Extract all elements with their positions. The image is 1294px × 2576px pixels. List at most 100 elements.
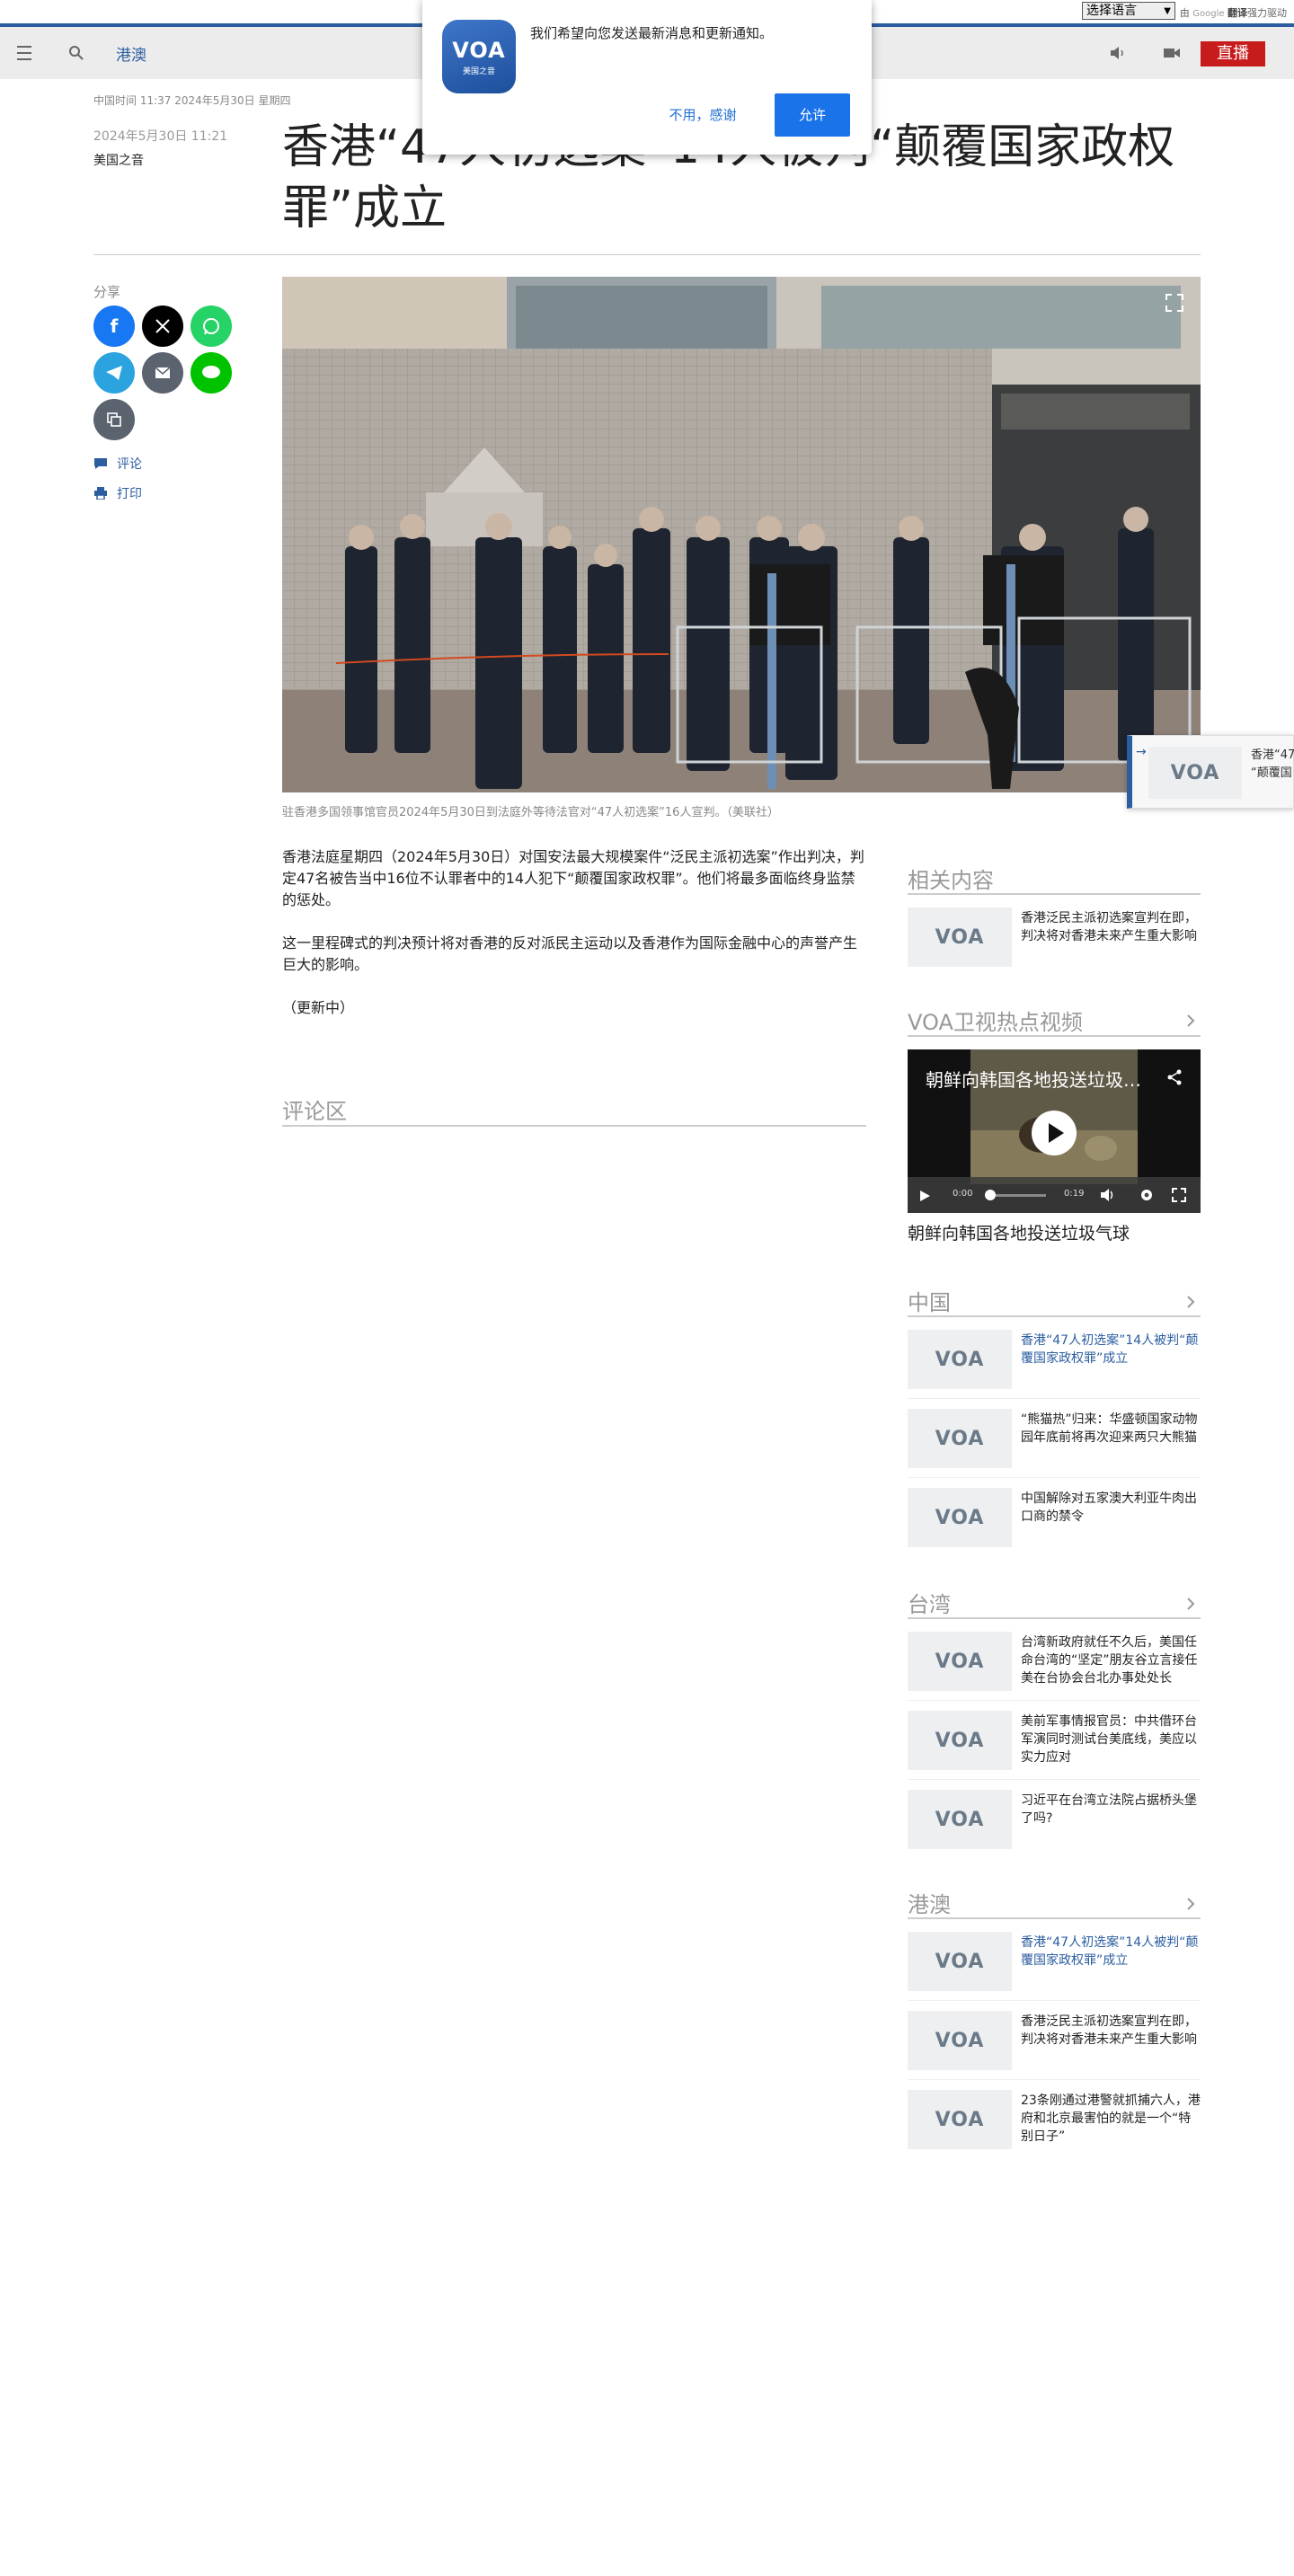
china-item[interactable]: VOA 中国解除对五家澳大利亚牛肉出口商的禁令	[908, 1488, 1201, 1547]
article-paragraph: 这一里程碑式的判决预计将对香港的反对派民主运动以及香港作为国际金融中心的声誉产生…	[282, 934, 858, 973]
credit-translate: 翻译	[1228, 7, 1247, 19]
related-item-title: 香港泛民主派初选案宣判在即，判决将对香港未来产生重大影响	[1021, 911, 1197, 943]
play-icon[interactable]	[918, 1189, 931, 1206]
article-photo[interactable]	[282, 277, 1201, 792]
china-item-title: 香港“47人初选案”14人被判“颠覆国家政权罪”成立	[1021, 1333, 1199, 1366]
hkmacau-item-title: 23条刚通过港警就抓捕六人，港府和北京最害怕的就是一个“特别日子”	[1021, 2094, 1201, 2144]
menu-icon[interactable]	[13, 43, 36, 63]
play-button[interactable]	[1032, 1111, 1077, 1155]
list-separator	[908, 2079, 1201, 2080]
voa-logo: VOA	[935, 1506, 985, 1529]
notification-message: 我们希望向您发送最新消息和更新通知。	[530, 25, 774, 41]
china-item[interactable]: VOA 香港“47人初选案”14人被判“颠覆国家政权罪”成立	[908, 1330, 1201, 1389]
settings-icon[interactable]	[1139, 1188, 1154, 1206]
voa-logo: VOA	[935, 925, 985, 949]
facebook-icon[interactable]: f	[93, 305, 135, 347]
google-translate-credit[interactable]: 由 Google 翻译强力驱动	[1180, 5, 1287, 20]
progress-handle[interactable]	[985, 1190, 996, 1200]
speaker-icon[interactable]	[1107, 43, 1129, 63]
hkmacau-item-title: 香港“47人初选案”14人被判“颠覆国家政权罪”成立	[1021, 1935, 1199, 1968]
chevron-right-icon[interactable]	[1184, 1295, 1197, 1308]
list-separator	[908, 2000, 1201, 2001]
fullscreen-icon[interactable]	[1172, 1188, 1186, 1206]
print-link[interactable]: 打印	[93, 484, 142, 502]
voa-thumbnail: VOA	[908, 1409, 1012, 1468]
hkmacau-divider	[908, 1917, 1201, 1919]
taiwan-item[interactable]: VOA 台湾新政府就任不久后，美国任命台湾的“坚定”朋友谷立言接任美在台协会台北…	[908, 1632, 1201, 1691]
voa-logo: VOA	[1170, 761, 1220, 784]
author[interactable]: 美国之音	[93, 151, 144, 169]
chevron-right-icon[interactable]	[1184, 1014, 1197, 1027]
x-icon[interactable]	[142, 305, 183, 347]
hkmacau-item[interactable]: VOA 23条刚通过港警就抓捕六人，港府和北京最害怕的就是一个“特别日子”	[908, 2090, 1201, 2149]
volume-icon[interactable]	[1100, 1188, 1116, 1206]
hkmacau-item[interactable]: VOA 香港泛民主派初选案宣判在即，判决将对香港未来产生重大影响	[908, 2011, 1201, 2070]
language-select-label: 选择语言	[1086, 4, 1137, 18]
list-separator	[908, 1477, 1201, 1478]
search-icon[interactable]	[66, 43, 86, 63]
china-item[interactable]: VOA “熊猫热”归来：华盛顿国家动物园年底前将再次迎来两只大熊猫	[908, 1409, 1201, 1468]
video-controls: 0:00 0:19	[908, 1177, 1201, 1213]
language-select[interactable]: 选择语言 ▼	[1082, 2, 1175, 20]
print-link-label: 打印	[117, 487, 142, 501]
voa-logo: VOA	[935, 1348, 985, 1371]
chevron-right-icon[interactable]	[1184, 1897, 1197, 1910]
voa-logo: VOA	[935, 1650, 985, 1673]
related-item[interactable]: VOA 香港泛民主派初选案宣判在即，判决将对香港未来产生重大影响	[908, 907, 1201, 967]
voa-logo: VOA	[935, 1729, 985, 1752]
china-section-title[interactable]: 中国	[908, 1285, 951, 1316]
china-item-title: “熊猫热”归来：华盛顿国家动物园年底前将再次迎来两只大熊猫	[1021, 1412, 1198, 1445]
voa-thumbnail: VOA	[908, 907, 1012, 967]
voa-thumbnail: VOA	[908, 2011, 1012, 2070]
video-player[interactable]: 朝鲜向韩国各地投送垃圾气球 0:00 0:19	[908, 1049, 1201, 1213]
taiwan-section-title[interactable]: 台湾	[908, 1587, 951, 1618]
header-divider	[93, 254, 1201, 255]
publish-date: 2024年5月30日 11:21	[93, 129, 228, 144]
whatsapp-icon[interactable]	[191, 305, 232, 347]
floating-article-card[interactable]: → VOA 香港“47 “颠覆国	[1127, 735, 1294, 809]
hkmacau-item-title: 香港泛民主派初选案宣判在即，判决将对香港未来产生重大影响	[1021, 2014, 1197, 2047]
voa-thumbnail: VOA	[908, 2090, 1012, 2149]
taiwan-item-title: 美前军事情报官员：中共借环台军演同时测试台美底线，美应以实力应对	[1021, 1714, 1197, 1765]
telegram-icon[interactable]	[93, 352, 135, 394]
taiwan-item[interactable]: VOA 美前军事情报官员：中共借环台军演同时测试台美底线，美应以实力应对	[908, 1711, 1201, 1770]
voa-logo: VOA	[935, 1427, 985, 1450]
allow-button[interactable]: 允许	[775, 93, 850, 137]
print-icon	[93, 487, 108, 500]
voa-thumbnail: VOA	[908, 1632, 1012, 1691]
email-icon[interactable]	[142, 352, 183, 394]
video-section-title[interactable]: VOA卫视热点视频	[908, 1005, 1083, 1036]
copy-link-icon[interactable]	[93, 399, 135, 440]
voa-thumbnail: VOA	[1148, 747, 1242, 799]
line-icon[interactable]	[191, 352, 232, 394]
article-paragraph: （更新中）	[282, 999, 355, 1016]
decline-button[interactable]: 不用，感谢	[656, 93, 749, 137]
share-icon[interactable]	[1166, 1069, 1183, 1089]
hkmacau-item[interactable]: VOA 香港“47人初选案”14人被判“颠覆国家政权罪”成立	[908, 1932, 1201, 1991]
voa-logo: VOA	[935, 1950, 985, 1973]
video-caption[interactable]: 朝鲜向韩国各地投送垃圾气球	[908, 1220, 1130, 1244]
time-total: 0:19	[1064, 1189, 1085, 1199]
voa-thumbnail: VOA	[908, 1488, 1012, 1547]
comment-link-label: 评论	[117, 457, 142, 472]
voa-logo: VOA	[935, 1808, 985, 1831]
list-separator	[908, 1700, 1201, 1701]
china-divider	[908, 1315, 1201, 1317]
taiwan-item-title: 台湾新政府就任不久后，美国任命台湾的“坚定”朋友谷立言接任美在台协会台北办事处处…	[1021, 1635, 1198, 1686]
taiwan-item[interactable]: VOA 习近平在台湾立法院占据桥头堡了吗?	[908, 1790, 1201, 1849]
comments-section-title: 评论区	[282, 1099, 347, 1124]
comment-link[interactable]: 评论	[93, 455, 142, 473]
voa-thumbnail: VOA	[908, 1330, 1012, 1389]
chevron-right-icon[interactable]	[1184, 1597, 1197, 1610]
video-camera-icon[interactable]	[1161, 43, 1183, 63]
arrow-right-icon[interactable]: →	[1136, 745, 1147, 759]
related-divider	[908, 893, 1201, 895]
nav-section-link[interactable]: 港澳	[116, 42, 146, 65]
live-button[interactable]: 直播	[1201, 41, 1265, 66]
list-separator	[908, 1398, 1201, 1399]
floating-card-title: 香港“47 “颠覆国	[1251, 748, 1294, 780]
voa-thumbnail: VOA	[908, 1790, 1012, 1849]
fullscreen-icon[interactable]	[1165, 293, 1184, 313]
hkmacau-section-title[interactable]: 港澳	[908, 1887, 951, 1918]
credit-prefix: 由	[1179, 7, 1190, 19]
